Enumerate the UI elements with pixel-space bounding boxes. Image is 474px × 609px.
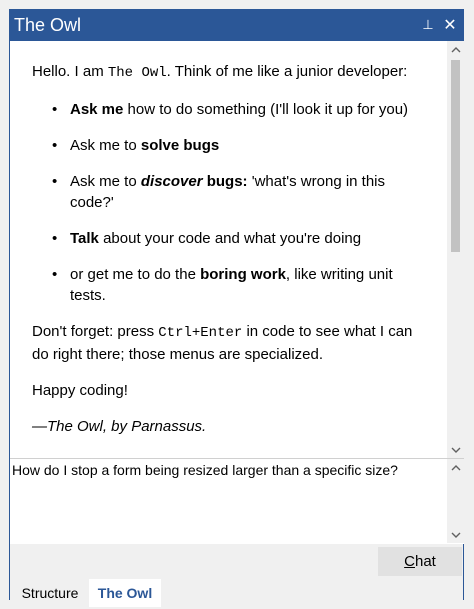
signature-text: —The Owl, by Parnassus. bbox=[32, 416, 431, 437]
scroll-thumb[interactable] bbox=[451, 60, 460, 252]
capabilities-list: Ask me how to do something (I'll look it… bbox=[32, 99, 431, 306]
question-input[interactable] bbox=[12, 462, 442, 540]
shortcut-code: Ctrl+Enter bbox=[158, 325, 243, 341]
chat-history: Hello. I am The Owl. Think of me like a … bbox=[10, 41, 447, 458]
window-title: The Owl bbox=[14, 15, 82, 35]
owl-name-code: The Owl bbox=[107, 65, 167, 81]
close-icon[interactable]: ✕ bbox=[441, 16, 459, 34]
up-arrow-icon[interactable] bbox=[447, 41, 464, 58]
item-text: Ask me to bbox=[70, 137, 141, 154]
chat-scrollbar[interactable] bbox=[447, 41, 464, 458]
intro-paragraph: Hello. I am The Owl. Think of me like a … bbox=[32, 61, 431, 84]
down-arrow-icon[interactable] bbox=[447, 441, 464, 458]
chat-button-mnemonic: C bbox=[404, 553, 415, 570]
shortcut-prefix: Don't forget: press bbox=[32, 323, 159, 340]
signature-italic: —The Owl, by Parnassus. bbox=[32, 418, 207, 435]
list-item: Ask me to solve bugs bbox=[52, 135, 431, 156]
shortcut-paragraph: Don't forget: press Ctrl+Enter in code t… bbox=[32, 321, 431, 365]
item-text: about your code and what you're doing bbox=[98, 230, 362, 247]
item-text: Ask me to bbox=[70, 173, 141, 190]
list-item: or get me to do the boring work, like wr… bbox=[52, 264, 431, 306]
bold-text: Talk bbox=[70, 230, 99, 247]
owl-panel: The Owl ⊥ ✕ Hello. I am The Owl. Think o… bbox=[9, 9, 464, 607]
chat-button[interactable]: Chat bbox=[378, 547, 462, 576]
item-text: how to do something (I'll look it up for… bbox=[123, 101, 409, 118]
chat-button-label: hat bbox=[414, 553, 436, 570]
title-bar: The Owl ⊥ ✕ bbox=[10, 10, 463, 41]
tab-structure[interactable]: Structure bbox=[15, 579, 85, 607]
up-arrow-icon[interactable] bbox=[447, 459, 464, 476]
list-item: Talk about your code and what you're doi… bbox=[52, 228, 431, 249]
bold-italic-text: discover bbox=[140, 173, 203, 190]
happy-coding-text: Happy coding! bbox=[32, 382, 128, 399]
intro-prefix: Hello. I am bbox=[32, 63, 108, 80]
input-scrollbar[interactable] bbox=[447, 459, 464, 543]
bold-text: solve bugs bbox=[140, 137, 220, 154]
bold-text: bugs: bbox=[202, 173, 248, 190]
list-item: Ask me how to do something (I'll look it… bbox=[52, 99, 431, 120]
bold-text: boring work bbox=[200, 266, 286, 283]
tab-the-owl[interactable]: The Owl bbox=[89, 579, 161, 607]
bottom-bar: Chat Structure The Owl bbox=[10, 544, 463, 607]
down-arrow-icon[interactable] bbox=[447, 526, 464, 543]
question-input-area bbox=[10, 458, 464, 544]
item-text: or get me to do the bbox=[70, 266, 201, 283]
list-item: Ask me to discover bugs: 'what's wrong i… bbox=[52, 171, 431, 213]
intro-suffix: . Think of me like a junior developer: bbox=[166, 63, 408, 80]
bold-text: Ask me bbox=[70, 101, 124, 118]
pin-icon[interactable]: ⊥ bbox=[419, 16, 437, 34]
